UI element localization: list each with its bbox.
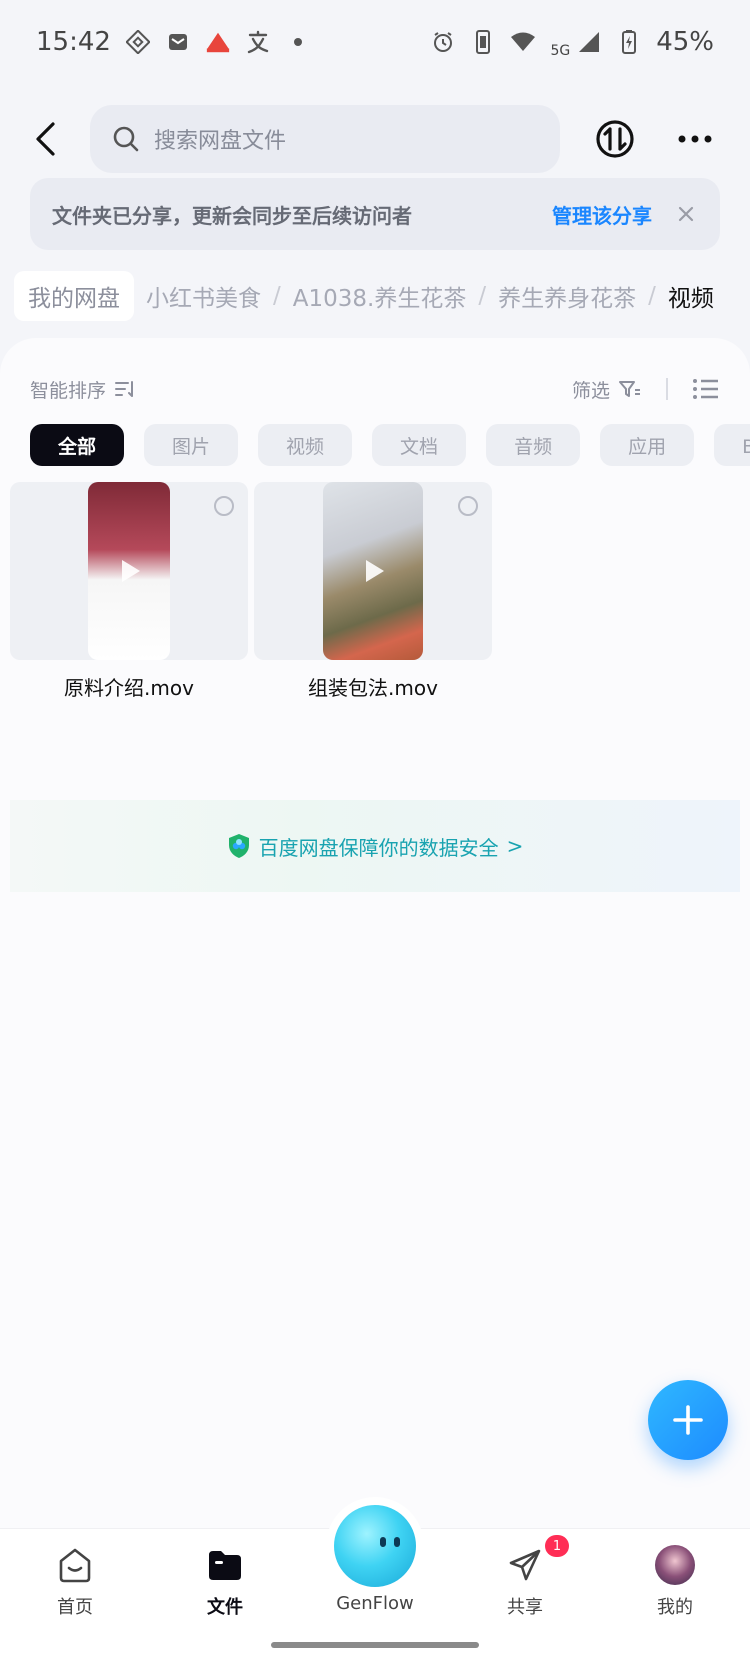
home-icon [53, 1543, 97, 1587]
alarm-icon [430, 29, 456, 55]
transfer-icon [596, 120, 634, 158]
share-badge: 1 [545, 1535, 569, 1557]
file-thumbnail[interactable] [254, 482, 492, 660]
more-button[interactable] [670, 114, 720, 164]
transfer-button[interactable] [590, 114, 640, 164]
dot-icon [285, 29, 311, 55]
category-chips: 全部 图片 视频 文档 音频 应用 BT种子 其 [30, 424, 750, 466]
battery-label: 45% [656, 27, 714, 57]
add-button[interactable] [648, 1380, 728, 1460]
breadcrumb-item[interactable]: 养生养身花茶 [498, 279, 636, 313]
nav-profile-label: 我的 [657, 1597, 693, 1618]
close-icon [678, 206, 694, 222]
mail-icon [165, 29, 191, 55]
sort-row: 智能排序 筛选 [30, 368, 720, 410]
status-right: 5G 45% [430, 25, 714, 59]
vibrate-icon [470, 29, 496, 55]
breadcrumb-separator: / [648, 283, 656, 309]
video-thumbnail [88, 482, 170, 660]
breadcrumb-item[interactable]: 小红书美食 [146, 279, 261, 313]
divider [666, 378, 668, 400]
shield-icon [228, 834, 249, 858]
paper-plane-icon [503, 1543, 547, 1587]
chevron-right-icon: > [506, 834, 524, 858]
close-banner-button[interactable] [674, 202, 698, 226]
chip-bt-torrent[interactable]: BT种子 [714, 424, 750, 466]
nav-files-label: 文件 [207, 1597, 243, 1618]
play-icon [366, 560, 384, 582]
share-banner: 文件夹已分享，更新会同步至后续访问者 管理该分享 [30, 178, 720, 250]
translate-icon [245, 29, 271, 55]
home-indicator [271, 1642, 479, 1648]
sort-label: 智能排序 [30, 379, 107, 402]
file-item[interactable]: 原料介绍.mov [10, 482, 248, 701]
select-checkbox[interactable] [214, 496, 234, 516]
breadcrumb-item-my-disk[interactable]: 我的网盘 [14, 271, 134, 321]
back-arrow-icon [36, 122, 55, 156]
video-thumbnail [323, 482, 423, 660]
sort-right: 筛选 [572, 376, 720, 403]
filter-icon [619, 381, 640, 397]
chip-videos[interactable]: 视频 [258, 424, 353, 466]
filter-button[interactable]: 筛选 [572, 376, 642, 403]
list-view-button[interactable] [692, 377, 720, 401]
security-notice[interactable]: 百度网盘保障你的数据安全 > [10, 800, 740, 892]
sort-icon [115, 381, 134, 397]
signal-icon [576, 29, 602, 55]
wifi-icon [510, 29, 536, 55]
select-checkbox[interactable] [458, 496, 478, 516]
avatar [653, 1543, 697, 1587]
back-button[interactable] [20, 109, 70, 169]
search-icon [113, 126, 139, 152]
nav-home[interactable]: 首页 [0, 1529, 150, 1667]
breadcrumb-item[interactable]: A1038.养生花茶 [293, 279, 467, 313]
breadcrumb-separator: / [478, 283, 487, 309]
chip-audio[interactable]: 音频 [486, 424, 581, 466]
list-view-icon [693, 379, 718, 399]
breadcrumb-separator: / [273, 283, 281, 309]
plus-icon [673, 1405, 703, 1435]
file-name: 原料介绍.mov [64, 676, 194, 700]
status-time: 15:42 [36, 27, 111, 57]
network-label: 5G [550, 43, 571, 59]
chip-documents[interactable]: 文档 [372, 424, 467, 466]
app-red-icon [205, 29, 231, 55]
breadcrumb-current: 视频 [667, 286, 714, 312]
file-item[interactable]: 组装包法.mov [254, 482, 492, 701]
folder-icon [203, 1543, 247, 1587]
chip-all[interactable]: 全部 [30, 424, 125, 466]
nav-share-label: 共享 [507, 1597, 543, 1618]
chip-apps[interactable]: 应用 [600, 424, 695, 466]
status-bar: 15:42 5G 45% [0, 0, 750, 84]
search-input[interactable]: 搜索网盘文件 [90, 105, 560, 173]
nav-genflow-label: GenFlow [336, 1593, 414, 1614]
file-name: 组装包法.mov [308, 676, 438, 700]
search-placeholder: 搜索网盘文件 [154, 129, 287, 154]
manage-share-link[interactable]: 管理该分享 [552, 200, 652, 229]
file-thumbnail[interactable] [10, 482, 248, 660]
breadcrumb: 我的网盘 小红书美食 / A1038.养生花茶 / 养生养身花茶 / 视频 [14, 271, 714, 321]
security-text: 百度网盘保障你的数据安全 [258, 835, 499, 860]
share-banner-text: 文件夹已分享，更新会同步至后续访问者 [52, 203, 412, 228]
play-icon [122, 560, 140, 582]
status-left: 15:42 [36, 27, 311, 57]
app-icon [125, 29, 151, 55]
sort-button[interactable]: 智能排序 [30, 376, 136, 403]
nav-home-label: 首页 [57, 1597, 93, 1618]
battery-icon [616, 29, 642, 55]
genflow-icon [334, 1505, 416, 1587]
more-icon [678, 135, 712, 143]
nav-profile[interactable]: 我的 [600, 1529, 750, 1667]
chip-images[interactable]: 图片 [144, 424, 239, 466]
file-list-panel: 智能排序 筛选 全部 图片 视频 文档 音频 应用 BT种子 其 [0, 338, 750, 1528]
file-grid: 原料介绍.mov 组装包法.mov [10, 482, 492, 701]
filter-label: 筛选 [571, 379, 610, 402]
top-actions [590, 114, 730, 164]
